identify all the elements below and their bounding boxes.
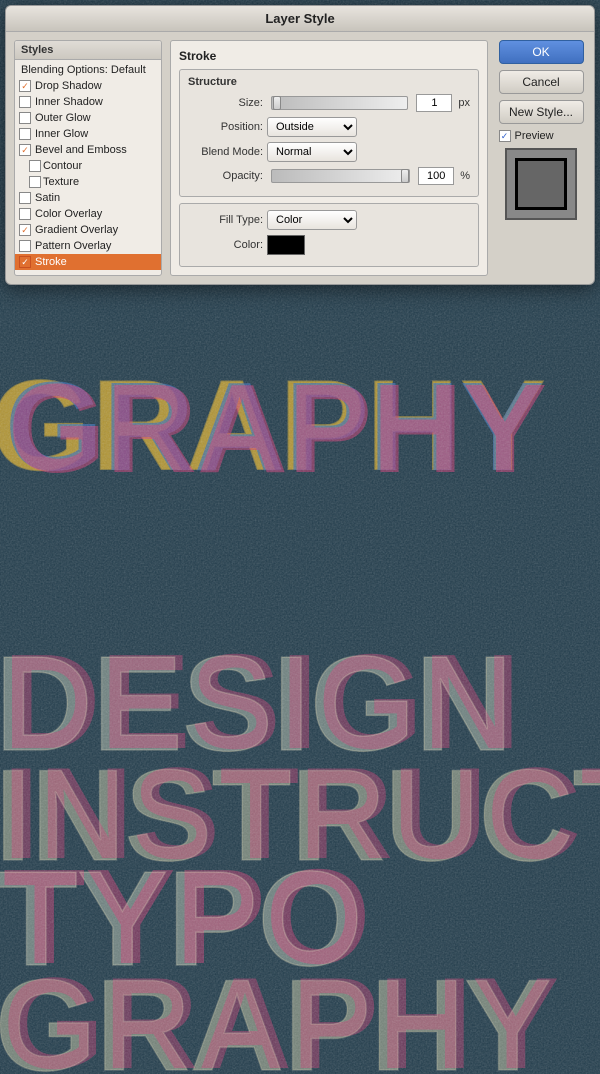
style-item-gradient-overlay[interactable]: ✓ Gradient Overlay: [15, 222, 161, 238]
stroke-section-title: Stroke: [179, 49, 479, 63]
style-label: Bevel and Emboss: [35, 144, 127, 156]
style-item-contour[interactable]: Contour: [15, 158, 161, 174]
opacity-input[interactable]: [418, 167, 454, 185]
style-label: Inner Shadow: [35, 96, 103, 108]
style-item-color-overlay[interactable]: Color Overlay: [15, 206, 161, 222]
style-item-blending[interactable]: Blending Options: Default: [15, 62, 161, 78]
drop-shadow-checkbox[interactable]: ✓: [19, 80, 31, 92]
cancel-button[interactable]: Cancel: [499, 70, 584, 94]
size-unit: px: [458, 97, 470, 109]
dialog-body: Styles Blending Options: Default ✓ Drop …: [6, 32, 594, 284]
opacity-unit: %: [460, 170, 470, 182]
main-content: Stroke Structure Size: px: [170, 40, 488, 276]
style-item-stroke[interactable]: ✓ Stroke: [15, 254, 161, 270]
size-input[interactable]: [416, 94, 452, 112]
texture-checkbox[interactable]: [29, 176, 41, 188]
preview-row: ✓ Preview: [499, 130, 584, 142]
blend-mode-label: Blend Mode:: [188, 146, 263, 158]
opacity-row: Opacity: %: [188, 167, 470, 185]
style-label: Drop Shadow: [35, 80, 102, 92]
style-label: Satin: [35, 192, 60, 204]
outer-glow-checkbox[interactable]: [19, 112, 31, 124]
opacity-label: Opacity:: [188, 170, 263, 182]
style-item-inner-shadow[interactable]: Inner Shadow: [15, 94, 161, 110]
styles-panel: Styles Blending Options: Default ✓ Drop …: [14, 40, 162, 276]
preview-canvas: [505, 148, 577, 220]
color-swatch[interactable]: [267, 235, 305, 255]
color-overlay-checkbox[interactable]: [19, 208, 31, 220]
style-label: Color Overlay: [35, 208, 102, 220]
opacity-slider[interactable]: [271, 169, 410, 183]
style-item-pattern-overlay[interactable]: Pattern Overlay: [15, 238, 161, 254]
style-label: Gradient Overlay: [35, 224, 118, 236]
fill-type-row: Fill Type: Color Gradient Pattern: [188, 210, 470, 230]
dialog-overlay: Layer Style Styles Blending Options: Def…: [0, 0, 600, 290]
style-label: Pattern Overlay: [35, 240, 111, 252]
size-row: Size: px: [188, 94, 470, 112]
stroke-checkbox[interactable]: ✓: [19, 256, 31, 268]
style-label: Blending Options: Default: [21, 64, 146, 76]
dialog-title: Layer Style: [265, 11, 334, 26]
bevel-emboss-checkbox[interactable]: ✓: [19, 144, 31, 156]
style-label: Inner Glow: [35, 128, 88, 140]
size-label: Size:: [188, 97, 263, 109]
contour-checkbox[interactable]: [29, 160, 41, 172]
dialog-titlebar: Layer Style: [6, 6, 594, 32]
style-item-inner-glow[interactable]: Inner Glow: [15, 126, 161, 142]
preview-canvas-inner: [515, 158, 567, 210]
style-item-satin[interactable]: Satin: [15, 190, 161, 206]
style-item-bevel-emboss[interactable]: ✓ Bevel and Emboss: [15, 142, 161, 158]
styles-panel-header: Styles: [15, 41, 161, 60]
right-panel: OK Cancel New Style... ✓ Preview: [496, 40, 586, 276]
blend-mode-dropdown[interactable]: Normal Multiply Screen Overlay: [267, 142, 357, 162]
satin-checkbox[interactable]: [19, 192, 31, 204]
style-label: Texture: [43, 176, 79, 188]
position-dropdown[interactable]: Outside Inside Center: [267, 117, 357, 137]
new-style-button[interactable]: New Style...: [499, 100, 584, 124]
gradient-overlay-checkbox[interactable]: ✓: [19, 224, 31, 236]
inner-shadow-checkbox[interactable]: [19, 96, 31, 108]
preview-checkbox[interactable]: ✓: [499, 130, 511, 142]
structure-subsection: Structure Size: px Position:: [179, 69, 479, 197]
style-label: Stroke: [35, 256, 67, 268]
styles-list: Blending Options: Default ✓ Drop Shadow …: [15, 60, 161, 272]
stroke-settings-panel: Stroke Structure Size: px: [170, 40, 488, 276]
pattern-overlay-checkbox[interactable]: [19, 240, 31, 252]
inner-glow-checkbox[interactable]: [19, 128, 31, 140]
layer-style-dialog: Layer Style Styles Blending Options: Def…: [5, 5, 595, 285]
style-label: Contour: [43, 160, 82, 172]
styles-header-label: Styles: [21, 44, 53, 56]
fill-type-section: Fill Type: Color Gradient Pattern Color:: [179, 203, 479, 267]
style-item-drop-shadow[interactable]: ✓ Drop Shadow: [15, 78, 161, 94]
size-slider[interactable]: [271, 96, 408, 110]
preview-label: Preview: [515, 130, 554, 142]
fill-type-dropdown[interactable]: Color Gradient Pattern: [267, 210, 357, 230]
position-label: Position:: [188, 121, 263, 133]
ok-button[interactable]: OK: [499, 40, 584, 64]
style-label: Outer Glow: [35, 112, 91, 124]
structure-title: Structure: [188, 76, 470, 88]
color-row: Color:: [188, 235, 470, 255]
position-row: Position: Outside Inside Center: [188, 117, 470, 137]
style-item-outer-glow[interactable]: Outer Glow: [15, 110, 161, 126]
fill-type-label: Fill Type:: [188, 214, 263, 226]
style-item-texture[interactable]: Texture: [15, 174, 161, 190]
blend-mode-row: Blend Mode: Normal Multiply Screen Overl…: [188, 142, 470, 162]
color-label: Color:: [188, 239, 263, 251]
